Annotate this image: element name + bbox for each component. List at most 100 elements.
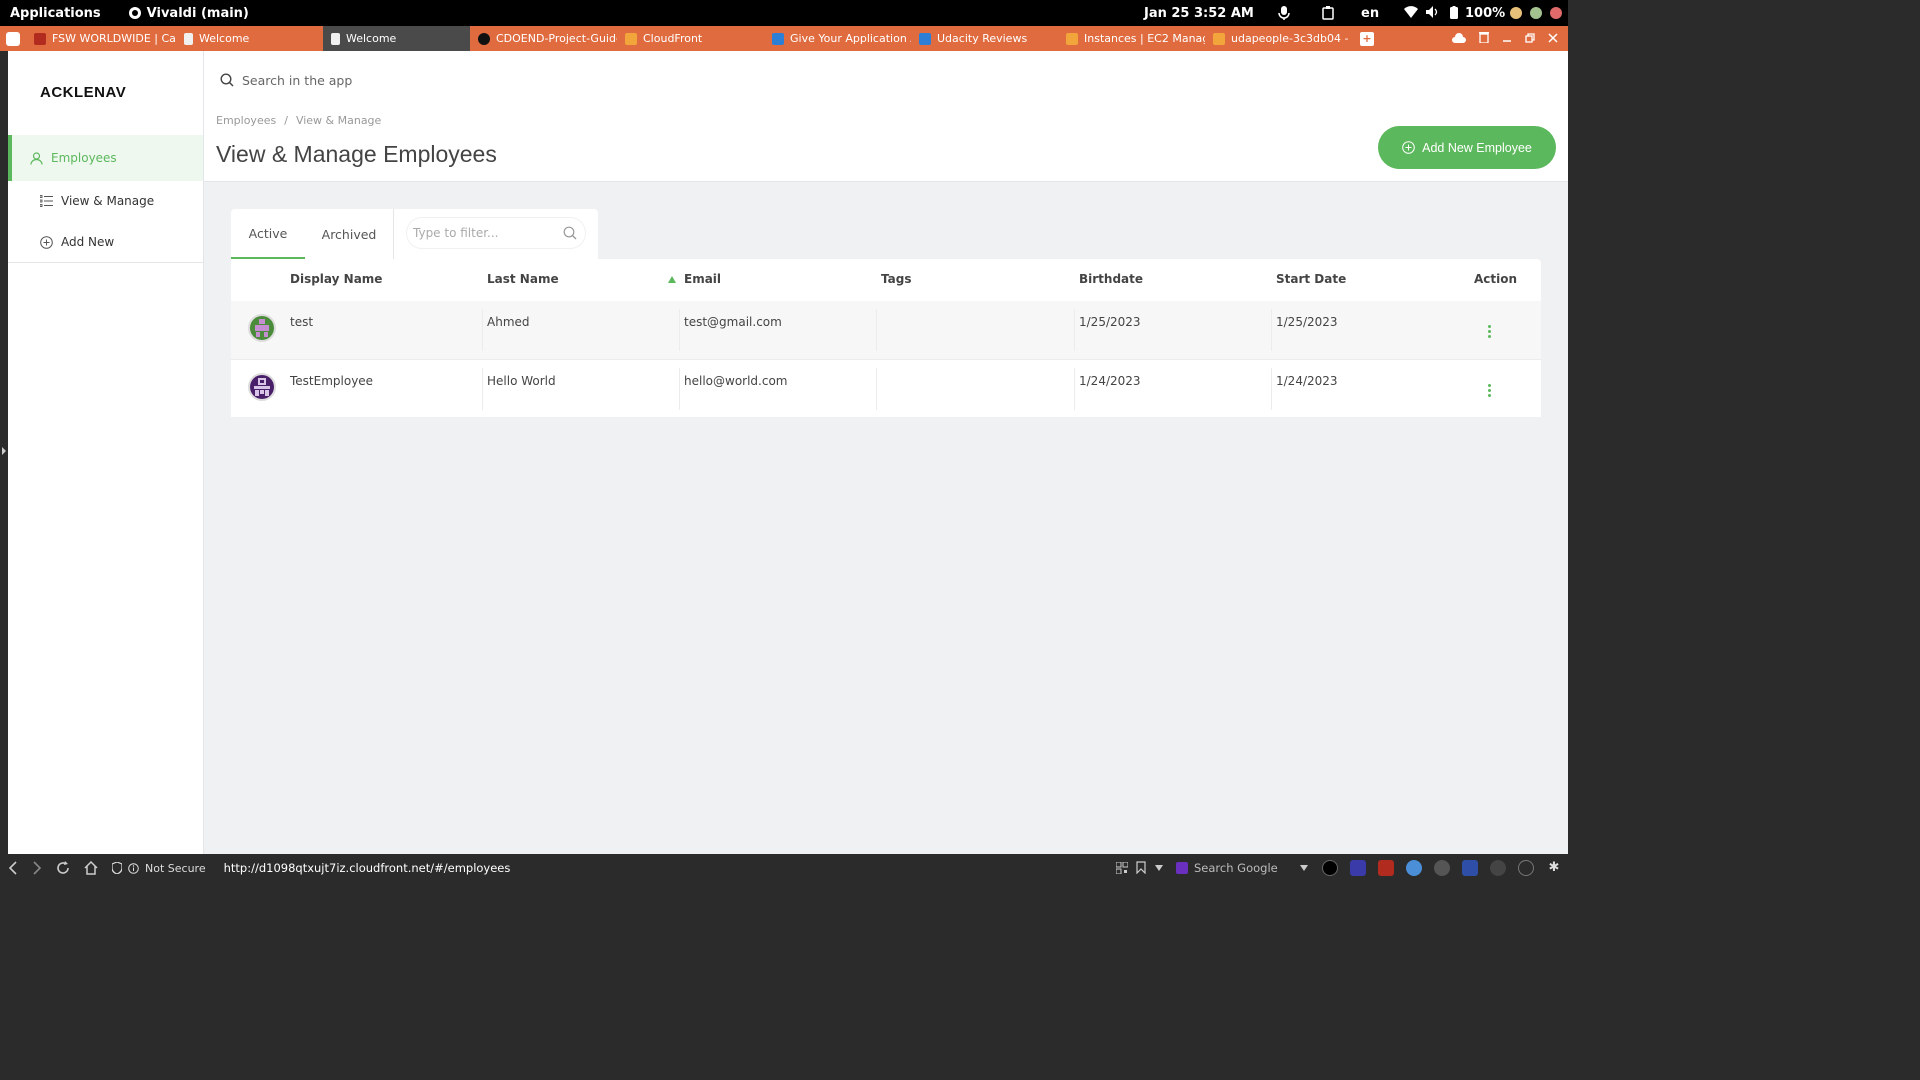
forward-icon[interactable] bbox=[32, 861, 42, 875]
address-bar[interactable]: http://d1098qtxujt7iz.cloudfront.net/#/e… bbox=[224, 861, 511, 875]
language-indicator[interactable]: en bbox=[1361, 6, 1379, 21]
maximize-window-icon[interactable] bbox=[1530, 7, 1542, 19]
extension-icon[interactable] bbox=[1490, 860, 1506, 876]
employees-table: Display Name Last Name Email Tags Birthd… bbox=[231, 259, 1541, 417]
search-input[interactable]: Search in the app bbox=[242, 73, 352, 88]
aws-icon bbox=[1066, 32, 1078, 45]
avatar[interactable] bbox=[248, 373, 276, 401]
sidebar-item-view-manage[interactable]: View & Manage bbox=[40, 194, 154, 208]
avatar[interactable] bbox=[248, 314, 276, 342]
column-separator bbox=[876, 309, 877, 351]
active-window-title[interactable]: Vivaldi (main) bbox=[128, 5, 249, 21]
tab-label: Give Your Application Auth bbox=[790, 32, 911, 45]
bookmark-icon[interactable] bbox=[1136, 861, 1146, 874]
bitwarden-icon[interactable] bbox=[1462, 860, 1478, 876]
column-header-display-name[interactable]: Display Name bbox=[290, 272, 382, 286]
cell-display-name[interactable]: test bbox=[290, 315, 313, 329]
filter-input[interactable]: Type to filter... bbox=[413, 226, 499, 240]
tab-welcome[interactable]: Welcome bbox=[176, 26, 323, 51]
sort-ascending-icon[interactable] bbox=[668, 276, 676, 283]
close-icon[interactable] bbox=[1548, 32, 1558, 46]
trash-icon[interactable] bbox=[1479, 31, 1489, 46]
cell-email: test@gmail.com bbox=[684, 315, 782, 329]
cloud-sync-icon[interactable] bbox=[1452, 32, 1466, 46]
maple-leaf-icon bbox=[34, 32, 46, 45]
cell-display-name[interactable]: TestEmployee bbox=[290, 374, 373, 388]
breadcrumb-separator: / bbox=[284, 114, 288, 127]
breadcrumb-employees[interactable]: Employees bbox=[216, 114, 276, 127]
battery-icon[interactable] bbox=[1450, 6, 1458, 23]
vivaldi-logo-icon bbox=[6, 31, 20, 46]
navigation-controls bbox=[8, 861, 98, 875]
column-header-tags[interactable]: Tags bbox=[881, 272, 911, 286]
extension-icon[interactable] bbox=[1434, 860, 1450, 876]
column-header-birthdate[interactable]: Birthdate bbox=[1079, 272, 1143, 286]
tab-welcome-active[interactable]: Welcome bbox=[323, 26, 470, 51]
home-icon[interactable] bbox=[84, 861, 98, 875]
microphone-icon[interactable] bbox=[1278, 5, 1290, 25]
new-tab-button[interactable]: + bbox=[1360, 31, 1374, 46]
chevron-down-icon[interactable] bbox=[1300, 865, 1308, 871]
tab-fsw-worldwide[interactable]: FSW WORLDWIDE | Canada bbox=[26, 26, 176, 51]
qr-code-icon[interactable] bbox=[1116, 862, 1128, 874]
minimize-window-icon[interactable] bbox=[1510, 7, 1522, 19]
table-row[interactable]: TestEmployee Hello World hello@world.com… bbox=[231, 359, 1541, 417]
row-actions-menu-icon[interactable] bbox=[1486, 383, 1492, 399]
tab-github-cdoend[interactable]: CDOEND-Project-Guides/ bbox=[470, 26, 617, 51]
tab-ec2-instances[interactable]: Instances | EC2 Managem bbox=[1058, 26, 1205, 51]
vivaldi-icon bbox=[128, 7, 141, 19]
tab-label: udapeople-3c3db04 - S3 b bbox=[1231, 32, 1352, 45]
row-actions-menu-icon[interactable] bbox=[1486, 324, 1492, 340]
dropdown-chevron-icon[interactable] bbox=[1155, 865, 1163, 871]
column-separator bbox=[1271, 368, 1272, 410]
minimize-icon[interactable] bbox=[1502, 32, 1512, 46]
back-icon[interactable] bbox=[8, 861, 18, 875]
tab-active[interactable]: Active bbox=[231, 209, 305, 259]
cell-start-date: 1/24/2023 bbox=[1276, 374, 1338, 388]
add-new-employee-button[interactable]: Add New Employee bbox=[1378, 126, 1556, 169]
table-row[interactable]: test Ahmed test@gmail.com 1/25/2023 1/25… bbox=[231, 301, 1541, 359]
plus-circle-icon bbox=[1402, 141, 1415, 154]
volume-icon[interactable] bbox=[1426, 6, 1440, 22]
page-title: View & Manage Employees bbox=[216, 141, 497, 167]
date-label[interactable]: Jan 25 bbox=[1144, 6, 1189, 21]
restore-icon[interactable] bbox=[1525, 32, 1535, 46]
column-header-start-date[interactable]: Start Date bbox=[1276, 272, 1346, 286]
tab-archived[interactable]: Archived bbox=[305, 209, 393, 259]
search-engine-field[interactable]: Search Google bbox=[1176, 858, 1314, 878]
sidebar-item-add-new[interactable]: Add New bbox=[40, 235, 114, 249]
security-indicator[interactable]: Not Secure bbox=[112, 862, 206, 875]
app-search-bar[interactable]: Search in the app bbox=[204, 51, 1568, 109]
ublock-icon[interactable] bbox=[1378, 860, 1394, 876]
tab-cloudfront[interactable]: CloudFront bbox=[617, 26, 764, 51]
column-separator bbox=[482, 309, 483, 351]
company-logo[interactable]: ACKLENAV bbox=[40, 84, 126, 101]
reload-icon[interactable] bbox=[56, 861, 70, 875]
extension-icon[interactable] bbox=[1322, 860, 1338, 876]
filter-field[interactable]: Type to filter... bbox=[406, 217, 586, 249]
cell-birthdate: 1/25/2023 bbox=[1079, 315, 1141, 329]
extension-icon[interactable] bbox=[1406, 860, 1422, 876]
column-separator bbox=[679, 309, 680, 351]
vivaldi-menu-button[interactable] bbox=[0, 26, 26, 51]
puzzle-extensions-icon[interactable]: ✱ bbox=[1546, 860, 1562, 876]
time-label[interactable]: 3:52 AM bbox=[1194, 6, 1254, 21]
window-title-text: Vivaldi (main) bbox=[146, 5, 249, 21]
extension-icon[interactable] bbox=[1350, 860, 1366, 876]
clipboard-icon[interactable] bbox=[1322, 6, 1334, 24]
applications-menu[interactable]: Applications bbox=[10, 6, 101, 21]
close-window-icon[interactable] bbox=[1550, 7, 1562, 19]
column-separator bbox=[1074, 368, 1075, 410]
column-header-last-name[interactable]: Last Name bbox=[487, 272, 559, 286]
extension-icon[interactable] bbox=[1518, 860, 1534, 876]
browser-side-panel-strip[interactable] bbox=[0, 51, 8, 854]
tab-udacity-reviews[interactable]: Udacity Reviews bbox=[911, 26, 1058, 51]
tab-s3-bucket[interactable]: udapeople-3c3db04 - S3 b bbox=[1205, 26, 1352, 51]
wifi-icon[interactable] bbox=[1404, 6, 1418, 22]
tab-give-auth[interactable]: Give Your Application Auth bbox=[764, 26, 911, 51]
sidebar-item-employees[interactable]: Employees bbox=[8, 135, 203, 181]
aws-icon bbox=[625, 32, 637, 45]
panel-toggle-icon[interactable] bbox=[1, 447, 7, 455]
column-header-email[interactable]: Email bbox=[684, 272, 721, 286]
sidebar-item-label: Employees bbox=[51, 151, 117, 165]
